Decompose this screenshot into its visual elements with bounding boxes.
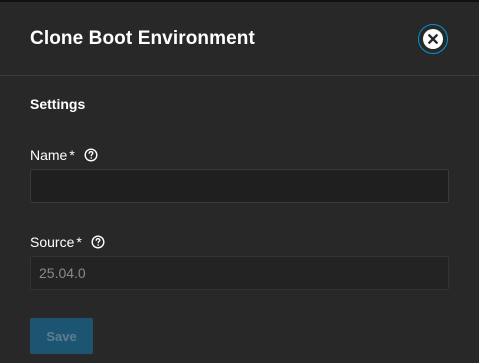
dialog-title: Clone Boot Environment <box>30 28 255 49</box>
help-icon[interactable] <box>91 235 105 249</box>
clone-boot-environment-dialog: Clone Boot Environment Settings Name * So… <box>0 0 479 363</box>
source-field-label: Source * <box>30 234 105 250</box>
name-required-marker: * <box>69 147 75 163</box>
help-icon[interactable] <box>84 148 98 162</box>
name-field-label: Name * <box>30 147 98 163</box>
name-label-text: Name <box>30 147 68 163</box>
save-button[interactable]: Save <box>30 318 93 354</box>
section-title-settings: Settings <box>30 96 86 112</box>
dialog-header: Clone Boot Environment <box>0 2 479 76</box>
close-icon <box>423 29 443 49</box>
source-required-marker: * <box>76 234 82 250</box>
source-label-text: Source <box>30 234 75 250</box>
name-input[interactable] <box>30 169 449 203</box>
close-button[interactable] <box>418 24 448 54</box>
source-input <box>30 256 449 290</box>
